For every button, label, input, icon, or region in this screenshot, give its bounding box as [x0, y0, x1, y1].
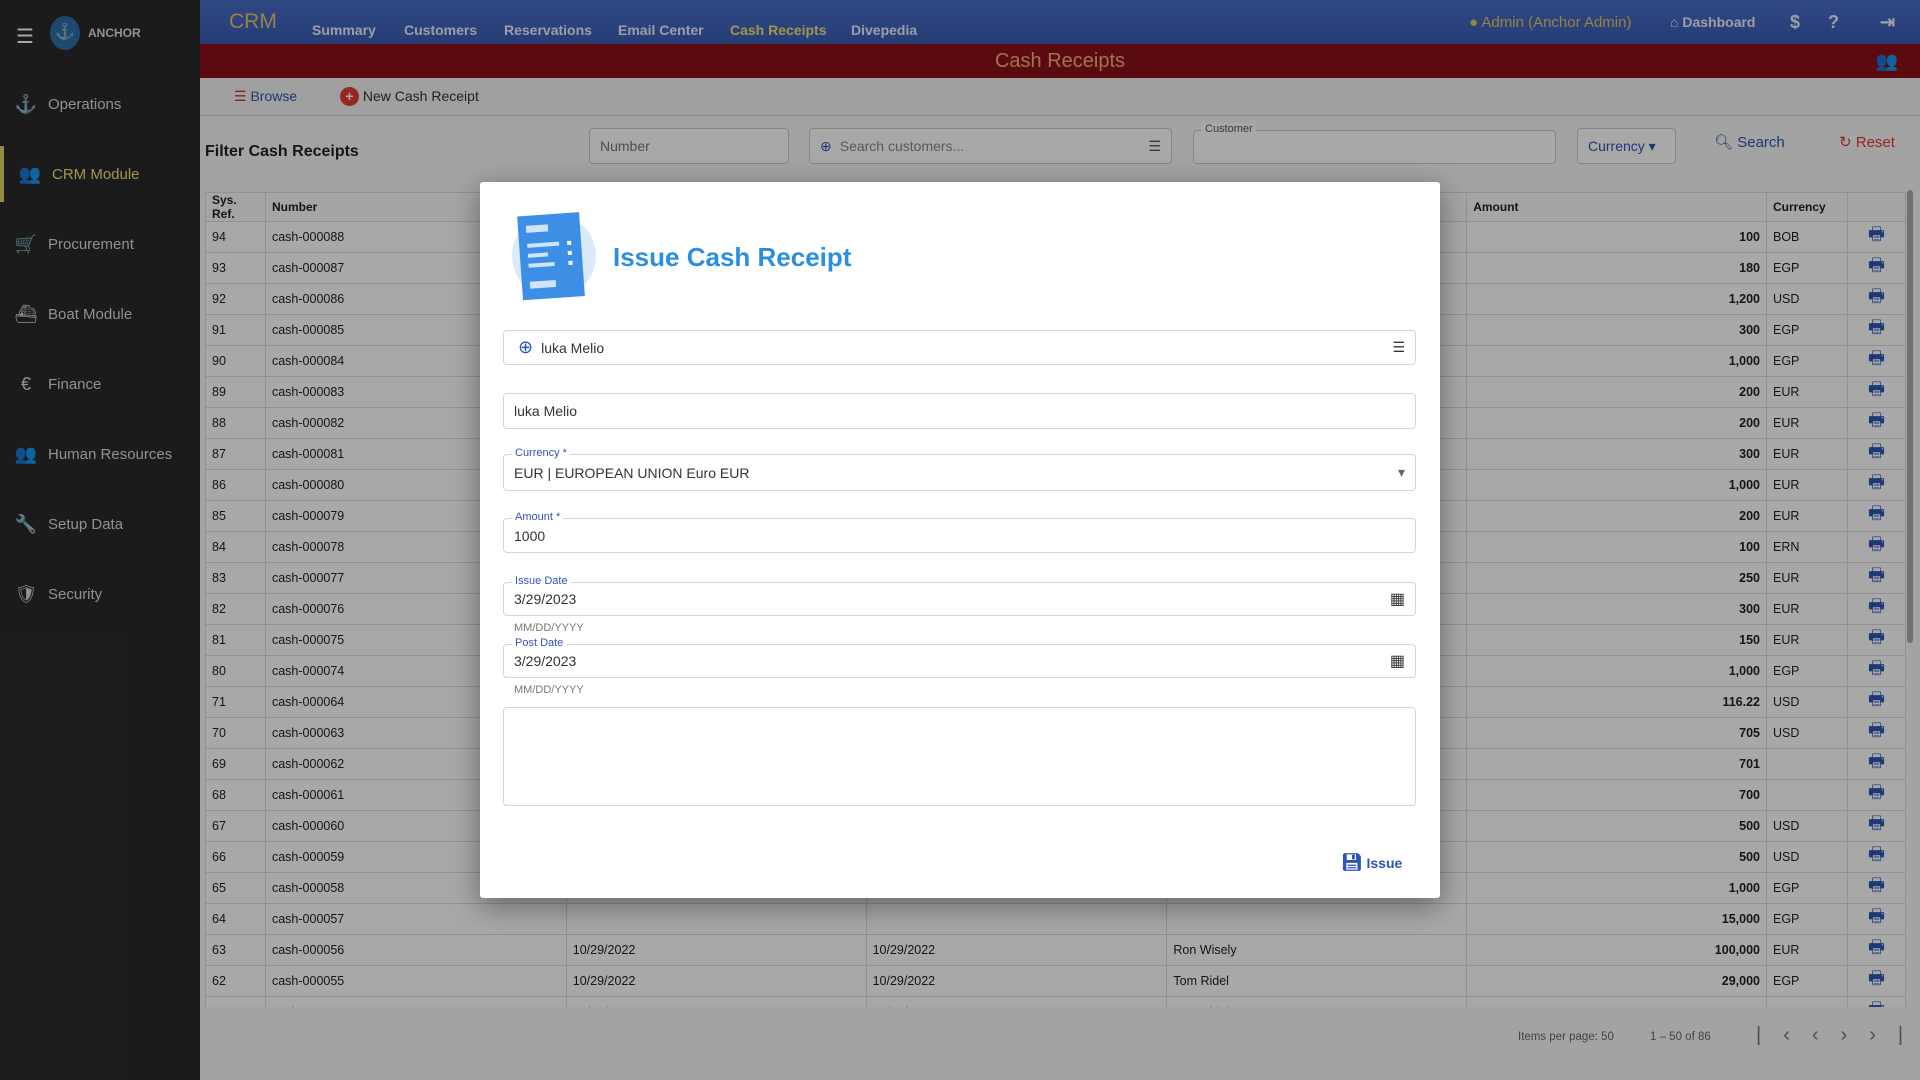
issue-date-value: 3/29/2023 — [514, 591, 577, 607]
amount-value: 1000 — [514, 527, 546, 544]
amount-input[interactable]: Amount * 1000 — [503, 511, 1416, 553]
customer-search-field[interactable]: ⊕ luka Melio ☰ — [503, 330, 1416, 365]
notes-textarea[interactable] — [503, 707, 1416, 806]
save-icon: 💾︎ — [1341, 853, 1363, 872]
issue-button[interactable]: 💾︎ Issue — [1341, 853, 1402, 873]
calendar-icon[interactable]: ▦ — [1390, 589, 1405, 609]
issue-date-label: Issue Date — [512, 575, 571, 587]
post-date-label: Post Date — [512, 637, 567, 649]
dropdown-arrow-icon: ▾ — [1397, 464, 1405, 480]
calendar-icon[interactable]: ▦ — [1390, 651, 1405, 671]
issue-cash-receipt-dialog: Issue Cash Receipt ⊕ luka Melio ☰ luka Mel… — [480, 182, 1440, 898]
selected-customer: luka Melio — [541, 339, 605, 356]
post-date-hint: MM/DD/YYYY — [514, 684, 584, 696]
receipt-icon — [512, 212, 596, 301]
dialog-title: Issue Cash Receipt — [613, 242, 852, 272]
post-date-value: 3/29/2023 — [514, 653, 577, 669]
add-customer-icon[interactable]: ⊕ — [518, 337, 533, 358]
issue-date-input[interactable]: Issue Date 3/29/2023 ▦ — [503, 575, 1416, 616]
customer-name-value: luka Melio — [514, 403, 578, 419]
amount-label: Amount * — [512, 511, 564, 523]
currency-value: EUR | EUROPEAN UNION Euro EUR — [514, 464, 750, 481]
customer-name-field[interactable]: luka Melio — [503, 393, 1416, 429]
currency-select[interactable]: Currency * EUR | EUROPEAN UNION Euro EUR ▾ — [503, 447, 1416, 491]
post-date-input[interactable]: Post Date 3/29/2023 ▦ — [503, 637, 1416, 678]
issue-label: Issue — [1366, 855, 1403, 871]
currency-label: Currency * — [512, 447, 570, 459]
list-icon[interactable]: ☰ — [1392, 339, 1405, 356]
issue-date-hint: MM/DD/YYYY — [514, 622, 584, 634]
